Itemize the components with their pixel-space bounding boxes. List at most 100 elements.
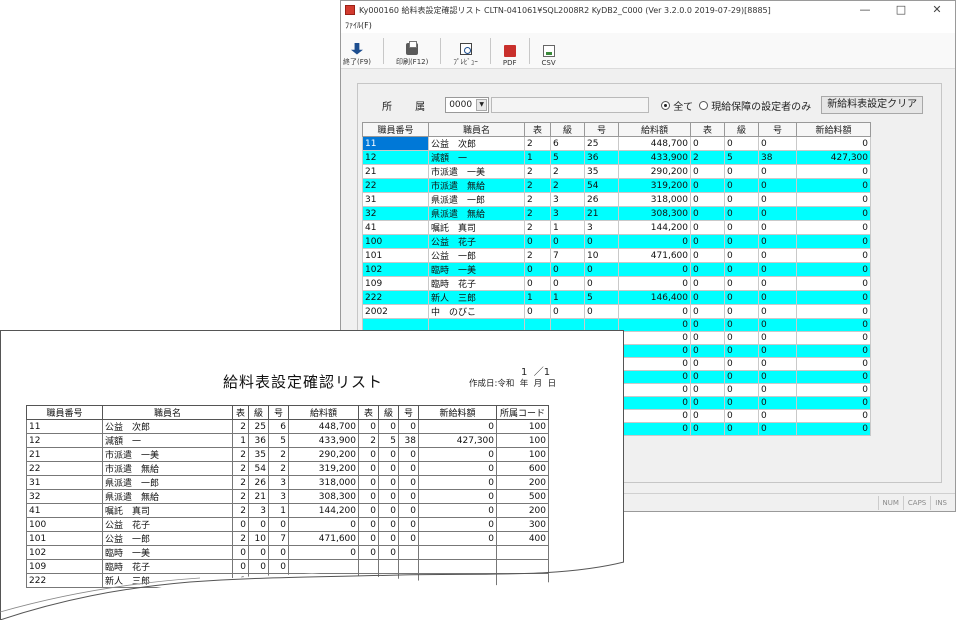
table-cell[interactable]: 0	[758, 192, 797, 207]
table-cell[interactable]: 0	[618, 262, 691, 277]
table-cell[interactable]: 0	[524, 304, 551, 319]
table-cell[interactable]: 0	[618, 344, 691, 358]
table-cell[interactable]: 0	[690, 409, 725, 423]
table-cell[interactable]: 0	[796, 318, 871, 332]
chevron-down-icon[interactable]: ▼	[476, 99, 488, 111]
table-row[interactable]: 109 臨時 花子 0 0 0 0 0 0 0 0	[362, 276, 871, 291]
table-cell[interactable]: 25	[584, 136, 619, 151]
table-cell[interactable]	[584, 318, 619, 332]
radio-guarantee[interactable]: 現給保障の設定者のみ	[699, 98, 811, 113]
table-cell[interactable]: 公益 花子	[428, 234, 525, 249]
table-cell[interactable]: 2	[524, 192, 551, 207]
table-cell[interactable]: 0	[724, 422, 759, 436]
table-cell[interactable]: 0	[758, 304, 797, 319]
table-cell[interactable]: 0	[758, 262, 797, 277]
table-cell[interactable]: 5	[550, 150, 585, 165]
grid-column-header[interactable]: 表	[524, 122, 551, 137]
table-row[interactable]: 2002 中 のびこ 0 0 0 0 0 0 0 0	[362, 304, 871, 319]
table-cell[interactable]: 0	[618, 409, 691, 423]
table-cell[interactable]: 0	[618, 304, 691, 319]
table-cell[interactable]: 5	[584, 290, 619, 305]
table-cell[interactable]: 0	[690, 276, 725, 291]
table-cell[interactable]: 0	[524, 276, 551, 291]
pdf-button[interactable]: PDF	[503, 35, 517, 67]
preview-button[interactable]: ﾌﾟﾚﾋﾞｭｰ	[453, 35, 478, 67]
table-cell[interactable]: 36	[584, 150, 619, 165]
table-cell[interactable]: 0	[690, 220, 725, 235]
table-cell[interactable]: 0	[690, 164, 725, 179]
table-row[interactable]: 32 県派遣 無給 2 3 21 308,300 0 0 0 0	[362, 206, 871, 221]
table-cell[interactable]: 0	[758, 290, 797, 305]
table-cell[interactable]: 0	[758, 344, 797, 358]
grid-column-header[interactable]: 表	[690, 122, 725, 137]
table-cell[interactable]: 3	[550, 206, 585, 221]
table-cell[interactable]: 0	[724, 318, 759, 332]
grid-column-header[interactable]: 新給料額	[796, 122, 871, 137]
table-cell[interactable]: 0	[796, 136, 871, 151]
table-cell[interactable]: 0	[758, 248, 797, 263]
table-cell[interactable]: 0	[724, 290, 759, 305]
table-cell[interactable]: 0	[690, 290, 725, 305]
table-cell[interactable]: 0	[690, 344, 725, 358]
table-cell[interactable]: 0	[690, 192, 725, 207]
table-cell[interactable]: 433,900	[618, 150, 691, 165]
table-cell[interactable]: 31	[362, 192, 429, 207]
table-cell[interactable]: 0	[524, 262, 551, 277]
table-cell[interactable]: 0	[724, 220, 759, 235]
close-button[interactable]: ✕	[919, 1, 955, 19]
table-row[interactable]: 102 臨時 一美 0 0 0 0 0 0 0 0	[362, 262, 871, 277]
table-cell[interactable]: 2	[524, 220, 551, 235]
table-cell[interactable]: 448,700	[618, 136, 691, 151]
table-cell[interactable]: 0	[796, 276, 871, 291]
minimize-button[interactable]: —	[847, 1, 883, 19]
table-cell[interactable]: 嘱託 真司	[428, 220, 525, 235]
table-cell[interactable]: 0	[690, 357, 725, 371]
table-cell[interactable]: 中 のびこ	[428, 304, 525, 319]
table-cell[interactable]: 0	[796, 331, 871, 345]
table-cell[interactable]: 0	[690, 383, 725, 397]
table-cell[interactable]: 146,400	[618, 290, 691, 305]
table-cell[interactable]: 222	[362, 290, 429, 305]
table-cell[interactable]: 0	[724, 164, 759, 179]
table-cell[interactable]	[428, 318, 525, 332]
table-cell[interactable]: 0	[758, 206, 797, 221]
table-cell[interactable]: 0	[758, 136, 797, 151]
table-cell[interactable]: 0	[796, 206, 871, 221]
table-cell[interactable]: 0	[796, 192, 871, 207]
table-cell[interactable]: 22	[362, 178, 429, 193]
table-row[interactable]: 31 県派遣 一郎 2 3 26 318,000 0 0 0 0	[362, 192, 871, 207]
table-cell[interactable]: 0	[618, 331, 691, 345]
table-cell[interactable]: 54	[584, 178, 619, 193]
table-cell[interactable]: 0	[724, 178, 759, 193]
table-cell[interactable]: 2	[524, 136, 551, 151]
table-cell[interactable]: 0	[584, 276, 619, 291]
table-cell[interactable]: 0	[618, 276, 691, 291]
table-cell[interactable]: 0	[796, 383, 871, 397]
table-cell[interactable]: 0	[724, 262, 759, 277]
table-cell[interactable]: 0	[796, 164, 871, 179]
table-cell[interactable]: 0	[524, 234, 551, 249]
table-cell[interactable]: 0	[690, 262, 725, 277]
table-cell[interactable]: 0	[724, 344, 759, 358]
table-cell[interactable]: 0	[550, 262, 585, 277]
table-cell[interactable]: 2	[524, 206, 551, 221]
table-cell[interactable]: 427,300	[796, 150, 871, 165]
table-cell[interactable]: 0	[690, 396, 725, 410]
table-cell[interactable]: 0	[796, 290, 871, 305]
table-cell[interactable]: 0	[758, 220, 797, 235]
table-cell[interactable]: 0	[618, 370, 691, 384]
grid-column-header[interactable]: 給料額	[618, 122, 691, 137]
table-cell[interactable]: 0	[796, 409, 871, 423]
table-cell[interactable]	[550, 318, 585, 332]
table-cell[interactable]: 144,200	[618, 220, 691, 235]
table-cell[interactable]: 0	[796, 220, 871, 235]
table-cell[interactable]: 101	[362, 248, 429, 263]
grid-column-header[interactable]: 職員名	[428, 122, 525, 137]
table-cell[interactable]: 0	[724, 234, 759, 249]
table-row[interactable]: 101 公益 一郎 2 7 10 471,600 0 0 0 0	[362, 248, 871, 263]
table-row[interactable]: 222 新人 三郎 1 1 5 146,400 0 0 0 0	[362, 290, 871, 305]
table-cell[interactable]	[362, 318, 429, 332]
table-cell[interactable]: 臨時 一美	[428, 262, 525, 277]
dept-code-select[interactable]: 0000 ▼	[445, 97, 490, 113]
grid-column-header[interactable]: 級	[724, 122, 759, 137]
